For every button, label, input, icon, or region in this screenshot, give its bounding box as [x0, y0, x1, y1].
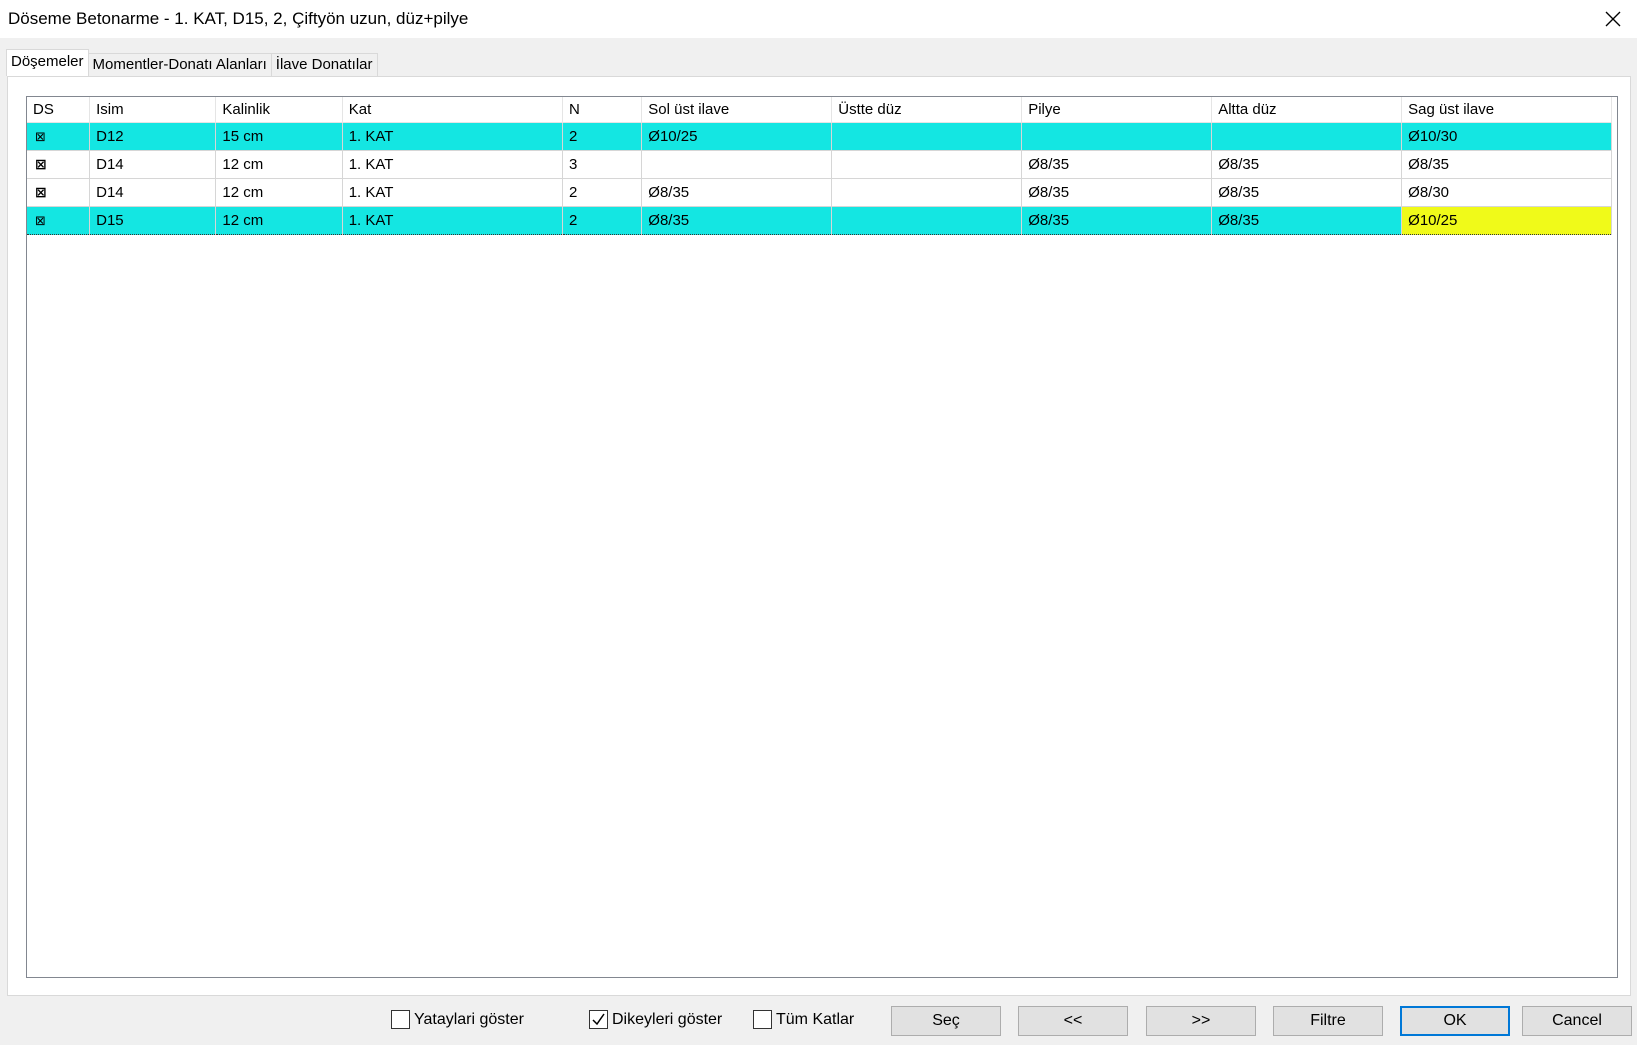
kalinlik-cell[interactable]: 12 cm [215, 178, 343, 207]
column-header-sag-ust-ilave[interactable]: Sag üst ilave [1401, 97, 1612, 123]
column-header-n[interactable]: N [562, 97, 643, 123]
checkmark-icon [592, 1013, 605, 1026]
pilye-cell[interactable]: Ø8/35 [1021, 206, 1213, 235]
altta-duz-cell[interactable]: Ø8/35 [1211, 150, 1403, 179]
sol-ust-ilave-cell[interactable]: Ø8/35 [641, 178, 833, 207]
slab-table: DS Isim Kalinlik Kat N Sol üst ilave Üst… [27, 97, 1612, 235]
kat-cell[interactable]: 1. KAT [342, 178, 563, 207]
tum-katlar-checkbox[interactable]: Tüm Katlar [753, 1010, 854, 1029]
kalinlik-cell[interactable]: 15 cm [215, 122, 343, 151]
pilye-cell[interactable]: Ø8/35 [1021, 178, 1213, 207]
close-icon [1605, 11, 1621, 27]
sag-ust-ilave-cell[interactable]: Ø10/30 [1401, 122, 1612, 151]
dikeyleri-checkbox[interactable]: Dikeyleri göster [589, 1010, 722, 1029]
sol-ust-ilave-cell[interactable]: Ø8/35 [641, 206, 833, 235]
ustte-duz-cell[interactable] [831, 178, 1023, 207]
ustte-duz-cell[interactable] [831, 122, 1023, 151]
checkbox-box[interactable] [391, 1010, 410, 1029]
tum-katlar-label[interactable]: Tüm Katlar [776, 1011, 854, 1029]
column-header-sol-ust-ilave[interactable]: Sol üst ilave [641, 97, 833, 123]
cancel-button[interactable]: Cancel [1522, 1006, 1632, 1036]
isim-cell[interactable]: D14 [89, 178, 217, 207]
yataylari-checkbox[interactable]: Yataylari göster [391, 1010, 524, 1029]
altta-duz-cell[interactable] [1211, 122, 1403, 151]
ds-cell[interactable]: ⊠ [27, 206, 91, 235]
pilye-cell[interactable]: Ø8/35 [1021, 150, 1213, 179]
isim-cell[interactable]: D12 [89, 122, 217, 151]
column-header-altta-duz[interactable]: Altta düz [1211, 97, 1403, 123]
tab-panel: DS Isim Kalinlik Kat N Sol üst ilave Üst… [7, 76, 1631, 996]
column-header-isim[interactable]: Isim [89, 97, 217, 123]
ds-checkbox-icon[interactable]: ⊠ [35, 130, 46, 144]
n-cell[interactable]: 2 [562, 178, 643, 207]
table-row[interactable]: ⊠ D14 12 cm 1. KAT 2 Ø8/35 Ø8/35 Ø8/35 Ø… [27, 178, 1612, 207]
ustte-duz-cell[interactable] [831, 150, 1023, 179]
yataylari-label[interactable]: Yataylari göster [414, 1011, 524, 1029]
kalinlik-cell[interactable]: 12 cm [215, 206, 343, 235]
sag-ust-ilave-cell[interactable]: Ø10/25 [1401, 206, 1612, 235]
header-row: DS Isim Kalinlik Kat N Sol üst ilave Üst… [27, 97, 1612, 123]
ds-checkbox-icon[interactable]: ⊠ [35, 214, 46, 228]
close-button[interactable] [1589, 0, 1637, 38]
ds-cell[interactable]: ⊠ [27, 150, 91, 179]
isim-cell[interactable]: D14 [89, 150, 217, 179]
tab-strip: Döşemeler Momentler-Donatı Alanları İlav… [6, 49, 378, 76]
n-cell[interactable]: 3 [562, 150, 643, 179]
ok-button[interactable]: OK [1400, 1006, 1510, 1036]
table-row-selected[interactable]: ⊠ D15 12 cm 1. KAT 2 Ø8/35 Ø8/35 Ø8/35 Ø… [27, 206, 1612, 235]
sag-ust-ilave-cell[interactable]: Ø8/30 [1401, 178, 1612, 207]
ds-checkbox-icon[interactable]: ⊠ [35, 157, 47, 171]
ds-cell[interactable]: ⊠ [27, 178, 91, 207]
altta-duz-cell[interactable]: Ø8/35 [1211, 206, 1403, 235]
tab-dosemeler[interactable]: Döşemeler [6, 49, 89, 76]
sol-ust-ilave-cell[interactable]: Ø10/25 [641, 122, 833, 151]
kalinlik-cell[interactable]: 12 cm [215, 150, 343, 179]
tab-ilave-donatilar[interactable]: İlave Donatılar [270, 53, 378, 76]
sag-ust-ilave-cell[interactable]: Ø8/35 [1401, 150, 1612, 179]
ustte-duz-cell[interactable] [831, 206, 1023, 235]
bottom-bar: Yataylari göster Dikeyleri göster Tüm Ka… [0, 1000, 1637, 1045]
isim-cell[interactable]: D15 [89, 206, 217, 235]
kat-cell[interactable]: 1. KAT [342, 150, 563, 179]
ds-cell[interactable]: ⊠ [27, 122, 91, 151]
filtre-button[interactable]: Filtre [1273, 1006, 1383, 1036]
column-header-kat[interactable]: Kat [342, 97, 563, 123]
n-cell[interactable]: 2 [562, 122, 643, 151]
column-header-ds[interactable]: DS [27, 97, 91, 123]
next-button[interactable]: >> [1146, 1006, 1256, 1036]
column-header-ustte-duz[interactable]: Üstte düz [831, 97, 1023, 123]
title-bar: Döseme Betonarme - 1. KAT, D15, 2, Çifty… [0, 0, 1637, 38]
table-row[interactable]: ⊠ D14 12 cm 1. KAT 3 Ø8/35 Ø8/35 Ø8/35 [27, 150, 1612, 179]
slab-grid[interactable]: DS Isim Kalinlik Kat N Sol üst ilave Üst… [26, 96, 1618, 978]
previous-button[interactable]: << [1018, 1006, 1128, 1036]
checkbox-box[interactable] [589, 1010, 608, 1029]
kat-cell[interactable]: 1. KAT [342, 206, 563, 235]
table-row[interactable]: ⊠ D12 15 cm 1. KAT 2 Ø10/25 Ø10/30 [27, 122, 1612, 151]
altta-duz-cell[interactable]: Ø8/35 [1211, 178, 1403, 207]
tab-momentler[interactable]: Momentler-Donatı Alanları [87, 53, 272, 76]
pilye-cell[interactable] [1021, 122, 1213, 151]
column-header-kalinlik[interactable]: Kalinlik [215, 97, 343, 123]
sec-button[interactable]: Seç [891, 1006, 1001, 1036]
window-title: Döseme Betonarme - 1. KAT, D15, 2, Çifty… [8, 9, 469, 28]
ds-checkbox-icon[interactable]: ⊠ [35, 185, 47, 199]
sol-ust-ilave-cell[interactable] [641, 150, 833, 179]
kat-cell[interactable]: 1. KAT [342, 122, 563, 151]
n-cell[interactable]: 2 [562, 206, 643, 235]
column-header-pilye[interactable]: Pilye [1021, 97, 1213, 123]
dikeyleri-label[interactable]: Dikeyleri göster [612, 1011, 722, 1029]
checkbox-box[interactable] [753, 1010, 772, 1029]
